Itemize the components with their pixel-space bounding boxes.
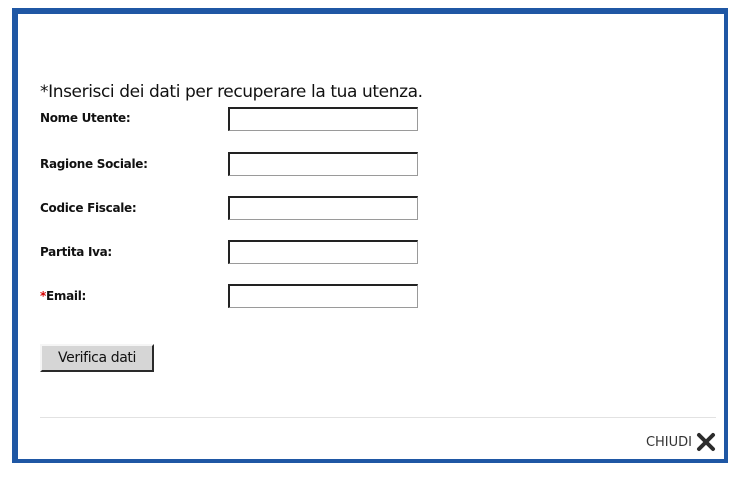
nome-utente-input[interactable] bbox=[228, 107, 418, 131]
recover-account-dialog: *Inserisci dei dati per recuperare la tu… bbox=[12, 8, 728, 463]
intro-text: *Inserisci dei dati per recuperare la tu… bbox=[40, 82, 423, 102]
verify-data-button[interactable]: Verifica dati bbox=[40, 344, 154, 372]
email-label: *Email: bbox=[40, 289, 86, 303]
close-button[interactable]: CHIUDI bbox=[646, 432, 716, 452]
codice-fiscale-label: Codice Fiscale: bbox=[40, 201, 137, 215]
close-label: CHIUDI bbox=[645, 434, 692, 450]
codice-fiscale-input[interactable] bbox=[228, 196, 418, 220]
ragione-sociale-label: Ragione Sociale: bbox=[40, 157, 148, 171]
email-label-text: Email: bbox=[45, 289, 87, 303]
email-input[interactable] bbox=[228, 284, 418, 308]
footer-divider bbox=[40, 417, 716, 418]
ragione-sociale-input[interactable] bbox=[228, 152, 418, 176]
partita-iva-label: Partita Iva: bbox=[40, 245, 112, 259]
close-icon[interactable] bbox=[696, 432, 716, 452]
nome-utente-label: Nome Utente: bbox=[40, 111, 131, 125]
partita-iva-input[interactable] bbox=[228, 240, 418, 264]
